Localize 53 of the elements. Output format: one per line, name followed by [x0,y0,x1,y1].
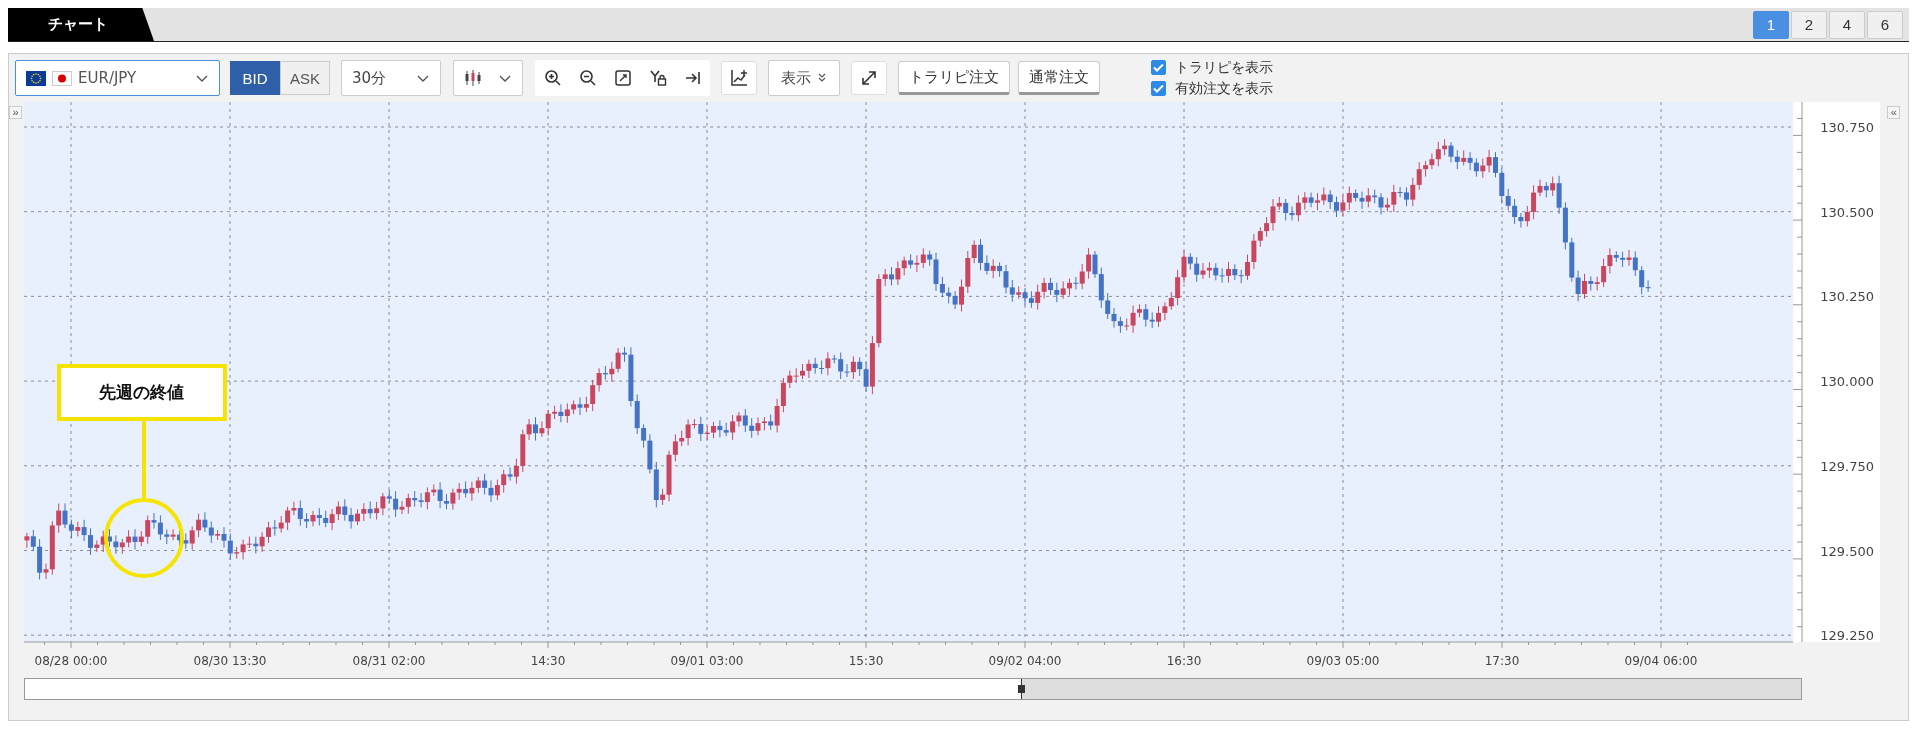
fit-screen-icon[interactable] [613,69,632,87]
expand-panel-button[interactable]: » [9,106,22,119]
layout-button[interactable]: 6 [1867,10,1903,39]
price-label: 129.250 [1819,628,1874,644]
chart-plus-icon [730,69,748,87]
annotation-callout: 先週の終値 [56,364,227,421]
fullscreen-button[interactable] [851,61,887,95]
time-label: 08/31 02:00 [352,654,426,668]
time-label: 16:30 [1166,654,1201,668]
chart-type-select[interactable] [453,60,523,96]
order-button[interactable]: 通常注文 [1018,61,1100,95]
checkbox[interactable] [1151,81,1166,96]
zoom-out-icon[interactable] [578,69,597,87]
time-label: 17:30 [1484,654,1519,668]
layout-button[interactable]: 2 [1791,10,1827,39]
range-handle[interactable] [1018,685,1025,693]
price-label: 129.750 [1819,458,1874,474]
price-label: 129.500 [1819,543,1874,559]
collapse-panel-button[interactable]: « [1887,106,1901,119]
price-label: 130.750 [1819,120,1874,135]
checkbox[interactable] [1151,60,1166,75]
layout-button[interactable]: 4 [1829,10,1865,39]
display-menu-button[interactable]: 表示 [768,60,840,96]
time-label: 09/03 05:00 [1306,654,1380,668]
range-thumb[interactable] [1021,679,1801,699]
time-label: 08/30 13:30 [193,654,267,668]
time-label: 09/01 03:00 [670,654,744,668]
checkbox-label: トラリピを表示 [1175,58,1273,77]
time-label: 14:30 [530,654,565,668]
chart-tab[interactable]: チャート [8,8,154,41]
candlestick-icon [464,69,482,87]
time-label: 15:30 [848,654,883,668]
checkbox-label: 有効注文を表示 [1175,79,1273,98]
currency-pair-select[interactable]: EUR/JPY [15,60,220,96]
expand-arrows-icon [860,69,878,87]
jump-to-end-icon[interactable] [683,69,702,87]
price-label: 130.500 [1819,204,1874,220]
interval-select[interactable]: 30分 [341,60,441,96]
price-side-button[interactable]: ASK [280,61,330,95]
time-label: 09/04 06:00 [1624,654,1698,668]
eu-flag-icon [26,70,46,86]
time-label: 08/28 00:00 [34,654,108,668]
order-button[interactable]: トラリピ注文 [898,61,1010,95]
range-scrollbar[interactable] [24,678,1802,700]
add-indicator-button[interactable] [721,61,757,95]
price-label: 130.250 [1819,289,1874,305]
price-side-button[interactable]: BID [230,61,280,95]
japan-flag-icon [52,70,72,86]
y-axis-lock-icon[interactable] [648,69,667,87]
time-label: 09/02 04:00 [988,654,1062,668]
price-label: 130.000 [1819,374,1874,390]
double-chevron-icon [817,72,827,84]
zoom-in-icon[interactable] [543,69,562,87]
